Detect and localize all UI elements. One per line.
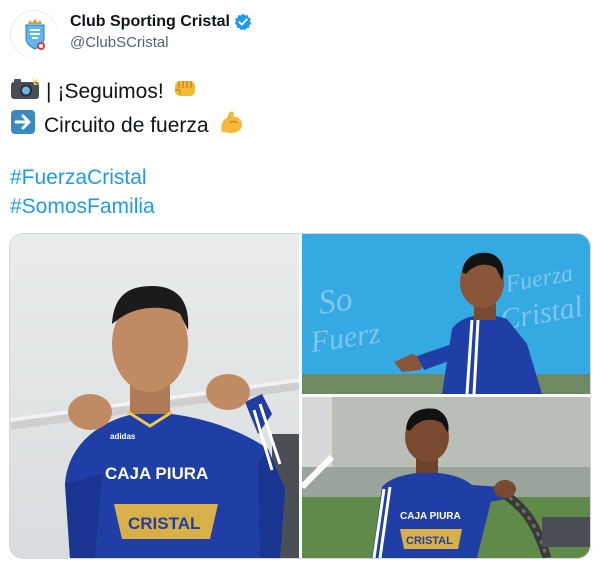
verified-badge-icon	[234, 13, 252, 31]
shirt-sponsor-text: CAJA PIURA	[105, 464, 208, 483]
account-handle[interactable]: @ClubSCristal	[70, 34, 169, 51]
separator: |	[46, 80, 52, 103]
player-rope-photo[interactable]: CAJA PIURA CRISTAL	[302, 397, 590, 558]
club-crest-icon[interactable]	[10, 10, 58, 58]
tweet-card[interactable]: Club Sporting Cristal @ClubSCristal | ¡S…	[0, 0, 600, 570]
right-arrow-icon	[10, 109, 36, 143]
svg-text:So: So	[316, 281, 355, 322]
svg-text:adidas: adidas	[110, 432, 136, 441]
account-name[interactable]: Club Sporting Cristal	[70, 12, 230, 32]
tweet-line-2: Circuito de fuerza	[10, 108, 245, 144]
camera-flash-icon	[10, 76, 40, 108]
media-grid: CAJA PIURA CRISTAL adidas So Fuerz Fuerz…	[9, 233, 591, 559]
hashtag-somosfamilia[interactable]: #SomosFamilia	[10, 193, 155, 221]
fist-icon	[172, 76, 198, 108]
shirt-brand-text: CRISTAL	[128, 514, 200, 533]
tweet-text-circuito: Circuito de fuerza	[44, 114, 209, 137]
player-pullup-photo[interactable]: CAJA PIURA CRISTAL adidas	[10, 234, 299, 558]
hashtag-fuerzacristal[interactable]: #FuerzaCristal	[10, 164, 147, 192]
flexed-biceps-icon	[217, 108, 245, 144]
shirt-brand-text-2: CRISTAL	[406, 535, 453, 547]
player-sprint-photo[interactable]: So Fuerz Fuerza Cristal	[302, 234, 590, 394]
shirt-sponsor-text-2: CAJA PIURA	[400, 511, 461, 522]
tweet-line-1: | ¡Seguimos!	[10, 76, 198, 108]
tweet-text-seguimos: ¡Seguimos!	[57, 80, 164, 103]
